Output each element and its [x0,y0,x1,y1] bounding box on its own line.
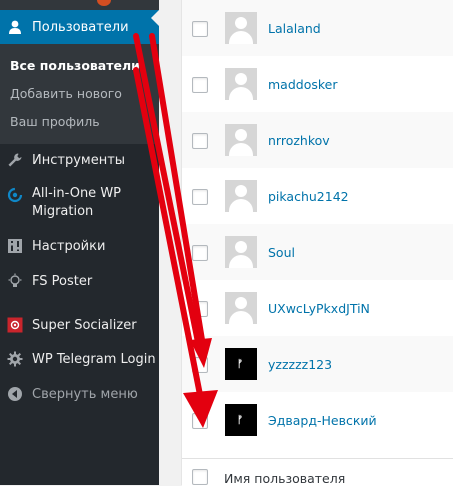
avatar [225,68,257,100]
migration-icon [7,187,23,203]
table-row: Lalaland [182,0,453,56]
gear-icon [7,351,23,367]
settings-icon [7,238,23,254]
username-link[interactable]: UXwcLyPkxdJTiN [268,301,370,316]
user-icon [7,19,23,35]
username-link[interactable]: pikachu2142 [268,189,349,204]
sidebar-item-label: All-in-One WP Migration [32,186,122,219]
users-submenu: Все пользователи Добавить нового Ваш про… [0,44,159,144]
row-checkbox[interactable] [192,245,208,261]
sidebar-item-label: Пользователи [32,19,129,35]
table-row: maddosker [182,56,453,112]
table-footer: Имя пользователя [182,458,453,486]
sidebar-item-label: FS Poster [32,273,93,289]
main-content: Lalaland maddosker nrrozhkov pikachu2142… [159,0,453,486]
row-checkbox[interactable] [192,413,208,429]
admin-sidebar: Пользователи Все пользователи Добавить н… [0,0,159,485]
table-row: nrrozhkov [182,112,453,168]
sidebar-top-strip [0,0,159,10]
sidebar-item-super-socializer[interactable]: Super Socializer [0,315,159,335]
lightbulb-icon [7,273,23,289]
select-all-checkbox[interactable] [192,469,208,485]
socializer-icon [7,317,23,333]
row-checkbox[interactable] [192,357,208,373]
sidebar-item-label: WP Telegram Login [32,351,156,367]
submenu-all-users[interactable]: Все пользователи [10,58,140,73]
collapse-menu-button[interactable]: Свернуть меню [0,384,159,404]
username-link[interactable]: Lalaland [268,21,321,36]
username-link[interactable]: Soul [268,245,295,260]
sidebar-item-migration[interactable]: All-in-One WP Migration [0,185,159,221]
row-checkbox[interactable] [192,189,208,205]
row-checkbox[interactable] [192,21,208,37]
wrench-icon [7,152,23,168]
table-row: ᚠ Эдвард-Невский [182,392,453,448]
collapse-menu-label: Свернуть меню [32,386,138,402]
submenu-your-profile[interactable]: Ваш профиль [10,114,100,129]
row-checkbox[interactable] [192,301,208,317]
sidebar-item-label: Super Socializer [32,317,137,333]
sidebar-item-settings[interactable]: Настройки [0,236,159,256]
avatar [225,124,257,156]
avatar [225,12,257,44]
active-menu-pointer [151,10,159,26]
username-link[interactable]: nrrozhkov [268,133,330,148]
avatar [225,292,257,324]
table-row: ᚠ yzzzzz123 [182,336,453,392]
sidebar-item-label: Инструменты [32,152,126,168]
sidebar-item-users[interactable]: Пользователи [0,10,159,44]
sidebar-item-fs-poster[interactable]: FS Poster [0,271,159,291]
avatar [225,180,257,212]
table-row: UXwcLyPkxdJTiN [182,280,453,336]
submenu-add-new[interactable]: Добавить нового [10,86,122,101]
avatar [225,236,257,268]
table-row: pikachu2142 [182,168,453,224]
row-checkbox[interactable] [192,133,208,149]
sidebar-item-tools[interactable]: Инструменты [0,150,159,170]
username-link[interactable]: maddosker [268,77,338,92]
avatar: ᚠ [225,404,257,436]
sidebar-item-wp-telegram-login[interactable]: WP Telegram Login [0,349,159,369]
collapse-arrow-icon [7,386,23,402]
column-header-username[interactable]: Имя пользователя [224,471,345,486]
sidebar-item-label: Настройки [32,238,106,254]
users-table: Lalaland maddosker nrrozhkov pikachu2142… [181,0,453,486]
avatar: ᚠ [225,348,257,380]
username-link[interactable]: yzzzzz123 [268,357,332,372]
table-row: Soul [182,224,453,280]
username-link[interactable]: Эдвард-Невский [268,413,377,428]
row-checkbox[interactable] [192,77,208,93]
